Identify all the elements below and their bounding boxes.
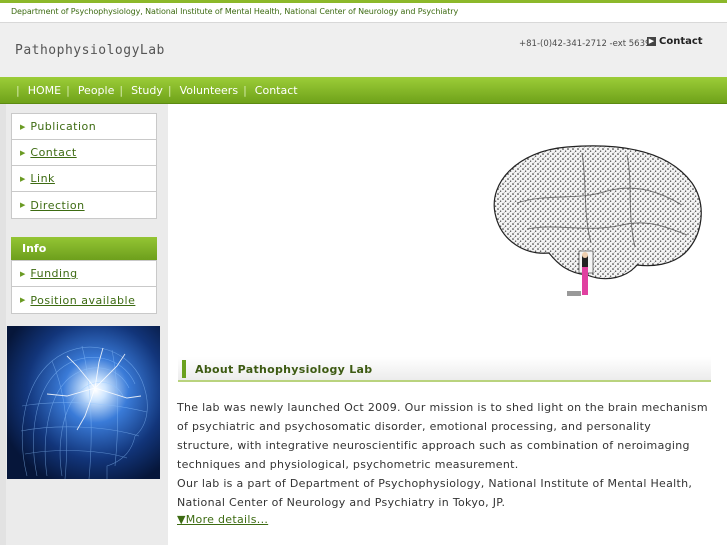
- triangle-right-icon: ▶: [20, 148, 26, 157]
- triangle-right-icon: ▶: [20, 174, 26, 183]
- about-line: The lab was newly launched Oct 2009. Our…: [177, 401, 708, 414]
- nav-label: Study: [131, 84, 163, 97]
- nav-label: Contact: [254, 84, 298, 97]
- about-line: Our lab is a part of Department of Psych…: [177, 477, 693, 490]
- nav-item-volunteers[interactable]: | Volunteers: [163, 84, 238, 97]
- about-line: of psychiatric and psychosomatic disorde…: [177, 420, 652, 433]
- nav-separator: |: [167, 84, 172, 97]
- sidebar-item-label: Funding: [30, 267, 78, 280]
- triangle-right-icon: ▶: [20, 201, 26, 209]
- arrow-right-icon: ▶: [647, 37, 656, 46]
- nav-label: People: [77, 84, 115, 97]
- nav-separator: |: [243, 84, 247, 97]
- triangle-right-icon: ▶: [20, 122, 26, 131]
- about-line: National Center of Neurology and Psychia…: [177, 496, 506, 509]
- nav-separator: |: [16, 84, 20, 97]
- top-bar: Department of Psychophysiology, National…: [0, 0, 727, 22]
- nav-item-study[interactable]: | Study: [114, 84, 162, 97]
- about-title: About Pathophysiology Lab: [195, 363, 373, 376]
- nav-item-home[interactable]: | HOME: [11, 84, 61, 97]
- triangle-right-icon: ▶: [20, 269, 26, 278]
- nav-label: HOME: [27, 84, 62, 97]
- department-name: Department of Psychophysiology, National…: [11, 7, 459, 16]
- brain-icon: [493, 145, 702, 296]
- main-nav: | HOME | People | Study | Volunteers | Contac…: [0, 77, 727, 104]
- sidebar-item-publication[interactable]: ▶ Publication: [12, 114, 156, 140]
- nav-separator: |: [66, 84, 70, 97]
- sidebar-item-contact[interactable]: ▶ Contact: [12, 140, 156, 166]
- header-contact-link[interactable]: ▶ Contact: [647, 36, 703, 47]
- site-logo[interactable]: PathophysiologyLab: [15, 43, 165, 58]
- triangle-right-icon: ▶: [20, 296, 26, 304]
- nav-item-contact[interactable]: | Contact: [238, 84, 298, 97]
- brain-illustration: [487, 143, 709, 301]
- glowing-head-image: [7, 326, 160, 479]
- about-text: The lab was newly launched Oct 2009. Our…: [177, 398, 717, 512]
- sidebar-item-position-available[interactable]: ▶ Position available: [12, 287, 156, 313]
- header-contact-label: Contact: [659, 36, 703, 47]
- sidebar-item-direction[interactable]: ▶ Direction: [12, 192, 156, 218]
- sidebar-item-label: Link: [30, 172, 55, 185]
- nav-separator: |: [119, 84, 124, 97]
- more-details-link[interactable]: ▼More details...: [177, 513, 268, 526]
- site-header: PathophysiologyLab +81-(0)42-341-2712 -e…: [0, 22, 727, 77]
- sidebar-menu: ▶ Publication ▶ Contact ▶ Link ▶ Direction: [11, 113, 157, 219]
- sidebar-item-label: Publication: [30, 120, 97, 133]
- phone-number: +81-(0)42-341-2712 -ext 5639: [519, 39, 651, 49]
- about-line: structure, with integrative neuroscienti…: [177, 439, 690, 452]
- sidebar-item-label: Contact: [30, 146, 77, 159]
- about-heading-bar: About Pathophysiology Lab: [178, 357, 711, 382]
- nav-label: Volunteers: [179, 84, 239, 97]
- heading-accent: [182, 360, 186, 378]
- sidebar-item-label: Direction: [30, 198, 85, 212]
- info-heading: Info: [11, 237, 157, 260]
- sidebar-item-link[interactable]: ▶ Link: [12, 166, 156, 192]
- sidebar-item-label: Position available: [30, 293, 136, 307]
- info-menu: ▶ Funding ▶ Position available: [11, 260, 157, 314]
- nav-item-people[interactable]: | People: [61, 84, 114, 97]
- about-line: techniques and physiological, psychometr…: [177, 458, 519, 471]
- sidebar-item-funding[interactable]: ▶ Funding: [12, 261, 156, 287]
- head-wireframe-icon: [20, 345, 148, 479]
